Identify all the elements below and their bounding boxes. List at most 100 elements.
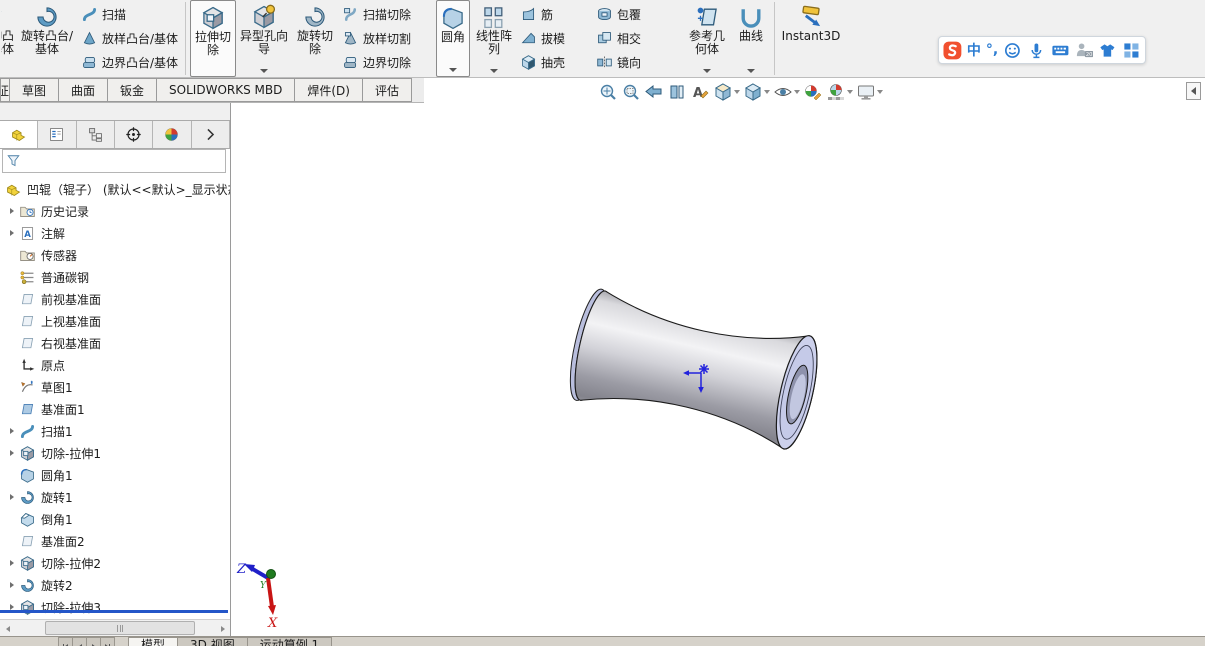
level-badge-icon[interactable]: 20 — [1075, 41, 1094, 60]
model-part[interactable] — [562, 285, 825, 452]
propertymanager-tab[interactable] — [38, 121, 77, 148]
configurationmanager-tab[interactable] — [76, 121, 115, 148]
dimxpert-tab[interactable] — [114, 121, 154, 148]
nav-prev-button[interactable] — [72, 637, 87, 646]
tree-item[interactable]: 前视基准面 — [0, 288, 230, 310]
extruded-cut-button[interactable]: 拉伸切除 — [190, 0, 236, 77]
tab-评估[interactable]: 评估 — [361, 78, 412, 102]
view-orientation-button[interactable] — [713, 82, 740, 102]
expand-arrow-icon[interactable] — [5, 428, 19, 434]
tree-item[interactable]: 切除-拉伸1 — [0, 442, 230, 464]
tree-item[interactable]: 基准面2 — [0, 530, 230, 552]
expand-arrow-icon[interactable] — [5, 560, 19, 566]
revolved-boss-base-button[interactable]: 旋转凸台/基体 — [17, 0, 77, 77]
dynamic-annotation-views-button[interactable]: A — [690, 82, 710, 102]
tree-item[interactable]: 上视基准面 — [0, 310, 230, 332]
draft-button[interactable]: 拔模 — [520, 28, 590, 49]
swept-boss-button[interactable]: 扫描 — [81, 4, 179, 25]
scroll-left-button[interactable] — [0, 621, 15, 636]
tree-item[interactable]: 普通碳钢 — [0, 266, 230, 288]
nav-first-button[interactable] — [58, 637, 73, 646]
fillet-button[interactable]: 圆角 — [436, 0, 470, 77]
lofted-cut-button[interactable]: 放样切割 — [342, 28, 432, 49]
bottom-tab-3D 视图[interactable]: 3D 视图 — [177, 637, 248, 646]
scrollbar-thumb[interactable] — [45, 621, 195, 635]
section-view-button[interactable] — [667, 82, 687, 102]
view-settings-button[interactable] — [856, 82, 883, 102]
previous-view-button[interactable] — [644, 82, 664, 102]
tree-item[interactable]: 历史记录 — [0, 200, 230, 222]
tree-root-item[interactable]: 凹辊（辊子） (默认<<默认>_显示状态 — [0, 178, 230, 200]
boundary-cut-button[interactable]: 边界切除 — [342, 52, 432, 73]
tab-label: SOLIDWORKS MBD — [169, 83, 283, 97]
sogou-logo-icon[interactable] — [943, 41, 962, 60]
intersect-button[interactable]: 相交 — [596, 28, 680, 49]
chinese-mode[interactable]: 中 — [967, 40, 981, 60]
scroll-right-button[interactable] — [215, 621, 230, 636]
tree-item[interactable]: 扫描1 — [0, 420, 230, 442]
linear-pattern-button[interactable]: 线性阵列 — [472, 0, 516, 77]
hole-wizard-icon — [251, 4, 277, 30]
bottom-tab-模型[interactable]: 模型 — [128, 637, 179, 646]
toolbox-button-icon[interactable] — [1122, 41, 1141, 60]
filter-input[interactable] — [24, 153, 225, 169]
skin-button-icon[interactable] — [1098, 41, 1117, 60]
nav-last-button[interactable] — [100, 637, 115, 646]
tree-item[interactable]: 基准面1 — [0, 398, 230, 420]
tree-item[interactable]: 原点 — [0, 354, 230, 376]
display-style-button[interactable] — [743, 82, 770, 102]
nav-next-button[interactable] — [86, 637, 101, 646]
hide-show-items-button[interactable] — [773, 82, 800, 102]
expand-arrow-icon[interactable] — [5, 208, 19, 214]
tab-特征[interactable]: 特征 — [0, 78, 10, 102]
graphics-area[interactable]: Z Y X — [231, 103, 1205, 636]
emoji-button-icon[interactable] — [1003, 41, 1022, 60]
rib-button[interactable]: 筋 — [520, 4, 590, 25]
featuremanager-tab[interactable] — [0, 121, 39, 148]
expand-arrow-icon[interactable] — [5, 230, 19, 236]
tree-item[interactable]: 右视基准面 — [0, 332, 230, 354]
tab-草图[interactable]: 草图 — [9, 78, 60, 102]
tree-item[interactable]: 切除-拉伸2 — [0, 552, 230, 574]
tree-item[interactable]: 倒角1 — [0, 508, 230, 530]
instant3d-button[interactable]: Instant3D — [779, 0, 843, 77]
apply-scene-button[interactable] — [826, 82, 853, 102]
voice-input-button-icon[interactable] — [1027, 41, 1046, 60]
tree-item[interactable]: 切除-拉伸3 — [0, 596, 230, 618]
boundary-boss-button[interactable]: 边界凸台/基体 — [81, 52, 179, 73]
punctuation-mode[interactable]: °, — [986, 42, 998, 58]
zoom-to-area-button[interactable] — [621, 82, 641, 102]
tree-item[interactable]: 旋转2 — [0, 574, 230, 596]
soft-keyboard-button-icon[interactable] — [1051, 41, 1070, 60]
tab-曲面[interactable]: 曲面 — [58, 78, 109, 102]
edit-appearance-button[interactable] — [803, 82, 823, 102]
expand-arrow-icon[interactable] — [5, 450, 19, 456]
expand-arrow-icon[interactable] — [5, 494, 19, 500]
tab-钣金[interactable]: 钣金 — [107, 78, 158, 102]
tree-item[interactable]: 传感器 — [0, 244, 230, 266]
taskpane-collapse-button[interactable] — [1186, 82, 1201, 100]
extruded-boss-base-button[interactable]: 拉伸凸 台/基体 — [1, 0, 15, 77]
curves-button[interactable]: 曲线 — [732, 0, 770, 77]
tree-item[interactable]: A 注解 — [0, 222, 230, 244]
swept-cut-button[interactable]: 扫描切除 — [342, 4, 432, 25]
tree-item[interactable]: 圆角1 — [0, 464, 230, 486]
reference-geometry-button[interactable]: 参考几何体 — [684, 0, 730, 77]
tree-item[interactable]: 草图1 — [0, 376, 230, 398]
zoom-to-fit-button[interactable] — [598, 82, 618, 102]
revolve-icon — [19, 489, 36, 506]
rollback-bar[interactable] — [0, 610, 228, 613]
tab-焊件(D)[interactable]: 焊件(D) — [294, 78, 363, 102]
mirror-button[interactable]: 镜向 — [596, 52, 680, 73]
wrap-button[interactable]: 包覆 — [596, 4, 680, 25]
tree-item[interactable]: 旋转1 — [0, 486, 230, 508]
bottom-tab-运动算例 1[interactable]: 运动算例 1 — [246, 637, 333, 646]
displaymanager-tab[interactable] — [153, 121, 192, 148]
shell-button[interactable]: 抽壳 — [520, 52, 590, 73]
lofted-boss-button[interactable]: 放样凸台/基体 — [81, 28, 179, 49]
expand-pane-tab[interactable] — [191, 121, 230, 148]
expand-arrow-icon[interactable] — [5, 582, 19, 588]
revolved-cut-button[interactable]: 旋转切除 — [292, 0, 338, 77]
hole-wizard-button[interactable]: 异型孔向导 — [238, 0, 290, 77]
tab-SOLIDWORKS MBD[interactable]: SOLIDWORKS MBD — [156, 78, 296, 102]
